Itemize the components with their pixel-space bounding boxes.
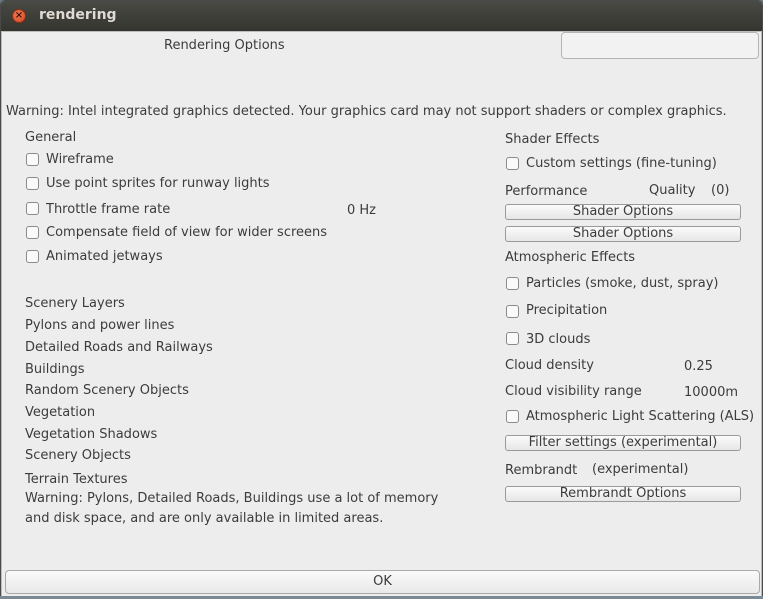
cloud-density-label: Cloud density — [505, 358, 594, 373]
shader-effects-heading: Shader Effects — [505, 132, 600, 147]
3d-clouds-label: 3D clouds — [526, 332, 591, 347]
compensate-fov-checkbox[interactable] — [26, 226, 39, 239]
scenery-item-random-objects: Random Scenery Objects — [25, 383, 189, 398]
point-sprites-checkbox[interactable] — [26, 177, 39, 190]
scenery-warning-line2: and disk space, and are only available i… — [25, 511, 384, 526]
particles-checkbox[interactable] — [506, 277, 519, 290]
als-label: Atmospheric Light Scattering (ALS) — [526, 409, 755, 424]
custom-settings-checkbox[interactable] — [506, 157, 519, 170]
als-checkbox[interactable] — [506, 410, 519, 423]
rembrandt-experimental: (experimental) — [592, 462, 689, 477]
quality-value: (0) — [711, 183, 730, 198]
animated-jetways-checkbox[interactable] — [26, 250, 39, 263]
custom-settings-label: Custom settings (fine-tuning) — [526, 156, 717, 171]
scenery-layers-heading: Scenery Layers — [25, 296, 125, 311]
atmospheric-effects-heading: Atmospheric Effects — [505, 250, 636, 265]
close-icon[interactable]: × — [12, 9, 26, 23]
wireframe-label: Wireframe — [46, 152, 114, 167]
scenery-item-roads: Detailed Roads and Railways — [25, 340, 213, 355]
3d-clouds-checkbox[interactable] — [506, 332, 519, 345]
rendering-dialog: × rendering Rendering Options Warning: I… — [0, 0, 763, 599]
performance-label: Performance — [505, 184, 588, 199]
point-sprites-label: Use point sprites for runway lights — [46, 176, 270, 191]
general-heading: General — [25, 130, 77, 145]
scenery-item-vegetation: Vegetation — [25, 405, 96, 420]
animated-jetways-label: Animated jetways — [46, 249, 163, 264]
throttle-frame-rate-label: Throttle frame rate — [46, 202, 171, 217]
scenery-item-scenery-objects: Scenery Objects — [25, 448, 131, 463]
rembrandt-options-button[interactable]: Rembrandt Options — [505, 486, 741, 502]
cloud-visibility-label: Cloud visibility range — [505, 384, 642, 399]
ok-button[interactable]: OK — [5, 570, 760, 594]
dialog-content: Rendering Options Warning: Intel integra… — [1, 31, 762, 598]
particles-label: Particles (smoke, dust, spray) — [526, 276, 719, 291]
dialog-heading: Rendering Options — [164, 38, 285, 53]
header-text-field[interactable] — [561, 32, 759, 59]
scenery-item-terrain-textures: Terrain Textures — [25, 472, 128, 487]
scenery-warning-line1: Warning: Pylons, Detailed Roads, Buildin… — [25, 491, 439, 506]
wireframe-checkbox[interactable] — [26, 153, 39, 166]
cloud-visibility-value: 10000m — [684, 385, 739, 400]
cloud-density-value: 0.25 — [684, 359, 713, 374]
graphics-warning: Warning: Intel integrated graphics detec… — [6, 104, 727, 119]
shader-options-button-1[interactable]: Shader Options — [505, 204, 741, 220]
quality-label: Quality — [649, 183, 696, 198]
frame-rate-value: 0 Hz — [347, 203, 377, 218]
shader-options-button-2[interactable]: Shader Options — [505, 226, 741, 242]
scenery-item-vegetation-shadows: Vegetation Shadows — [25, 427, 158, 442]
precipitation-label: Precipitation — [526, 303, 608, 318]
filter-settings-button[interactable]: Filter settings (experimental) — [505, 435, 741, 451]
compensate-fov-label: Compensate field of view for wider scree… — [46, 225, 328, 240]
window-title: rendering — [39, 7, 117, 23]
precipitation-checkbox[interactable] — [506, 305, 519, 318]
rembrandt-label: Rembrandt — [505, 463, 578, 478]
throttle-frame-rate-checkbox[interactable] — [26, 202, 39, 215]
title-bar[interactable]: × rendering — [1, 1, 762, 31]
scenery-item-pylons: Pylons and power lines — [25, 318, 175, 333]
scenery-item-buildings: Buildings — [25, 362, 85, 377]
